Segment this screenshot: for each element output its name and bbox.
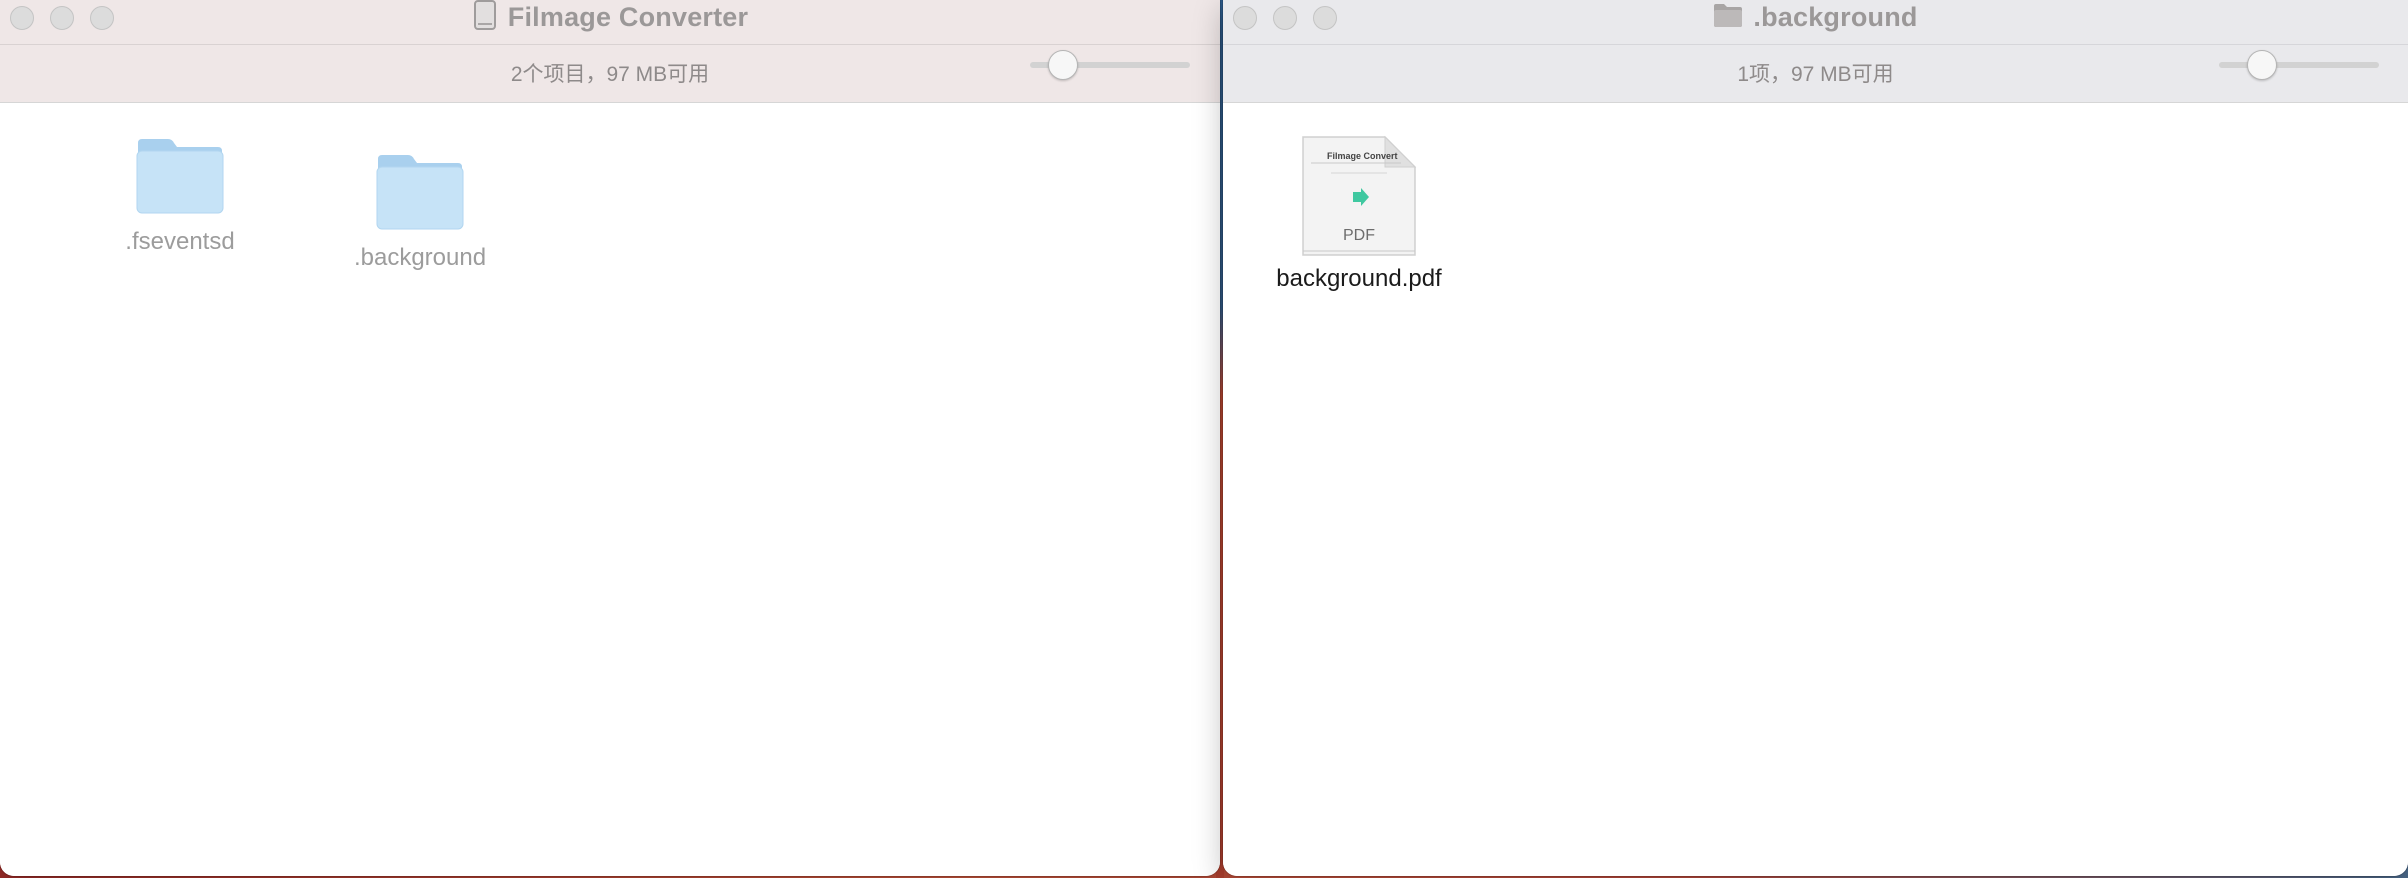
folder-icon <box>1713 2 1743 33</box>
drive-icon <box>472 0 498 35</box>
folder-icon <box>134 135 226 220</box>
icon-size-slider[interactable] <box>1030 50 1190 80</box>
icon-size-slider[interactable] <box>2219 50 2379 80</box>
file-area[interactable]: .fseventsd .background <box>0 103 1220 876</box>
window-title: .background <box>1753 1 1918 32</box>
icon-size-slider-knob[interactable] <box>1048 50 1078 80</box>
folder-item-background[interactable]: .background <box>350 151 490 272</box>
icon-size-slider-knob[interactable] <box>2247 50 2277 80</box>
toolbar: .background 1项，97 MB可用 <box>1223 0 2408 103</box>
file-area[interactable]: Filmage Convert PDF background.pdf <box>1223 103 2408 876</box>
folder-item-fseventsd[interactable]: .fseventsd <box>110 135 250 256</box>
file-item-background-pdf[interactable]: Filmage Convert PDF background.pdf <box>1259 135 1459 293</box>
finder-window-filmage-converter[interactable]: Filmage Converter 2个项目，97 MB可用 .fsevents… <box>0 0 1220 876</box>
item-label: background.pdf <box>1276 265 1442 292</box>
pdf-thumb-title: Filmage Convert <box>1327 151 1398 161</box>
pdf-badge: PDF <box>1343 227 1375 244</box>
title-row: Filmage Converter <box>0 0 1220 45</box>
pdf-document-icon: Filmage Convert PDF <box>1301 135 1417 257</box>
finder-window-background[interactable]: .background 1项，97 MB可用 Filmage Convert P… <box>1223 0 2408 876</box>
item-label: .fseventsd <box>125 228 235 255</box>
title-row: .background <box>1223 0 2408 45</box>
folder-icon <box>374 151 466 236</box>
item-label: .background <box>353 244 487 271</box>
window-title: Filmage Converter <box>507 1 749 32</box>
toolbar: Filmage Converter 2个项目，97 MB可用 <box>0 0 1220 103</box>
